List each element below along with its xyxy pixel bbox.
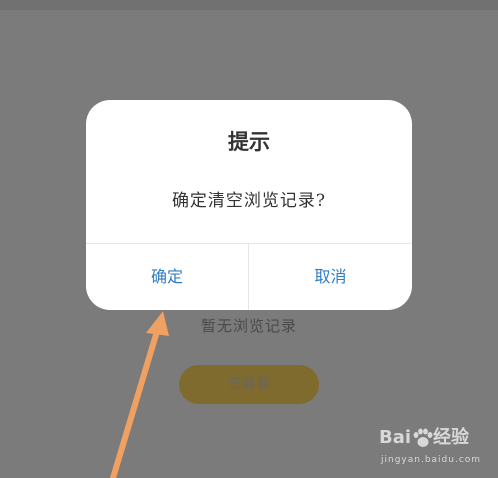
baidu-jingyan-watermark: Bai 经验 jingyan.baidu.com (379, 423, 491, 471)
watermark-brand-right: 经验 (433, 427, 470, 448)
cancel-button[interactable]: 取消 (249, 244, 412, 310)
confirm-dialog: 提示 确定清空浏览记录? 确定 取消 (86, 100, 412, 310)
status-bar-strip (0, 0, 498, 10)
watermark-brand-left: Bai (379, 427, 412, 448)
dialog-message: 确定清空浏览记录? (171, 191, 327, 211)
empty-history-message: 暂无浏览记录 (200, 317, 297, 335)
paw-icon (413, 428, 433, 447)
watermark-url: jingyan.baidu.com (381, 455, 482, 465)
dialog-title: 提示 (228, 129, 270, 154)
watermark-brand: Bai 经验 (379, 423, 469, 449)
confirm-button[interactable]: 确定 (86, 244, 248, 310)
browse-button[interactable]: 去看看 (179, 365, 319, 404)
